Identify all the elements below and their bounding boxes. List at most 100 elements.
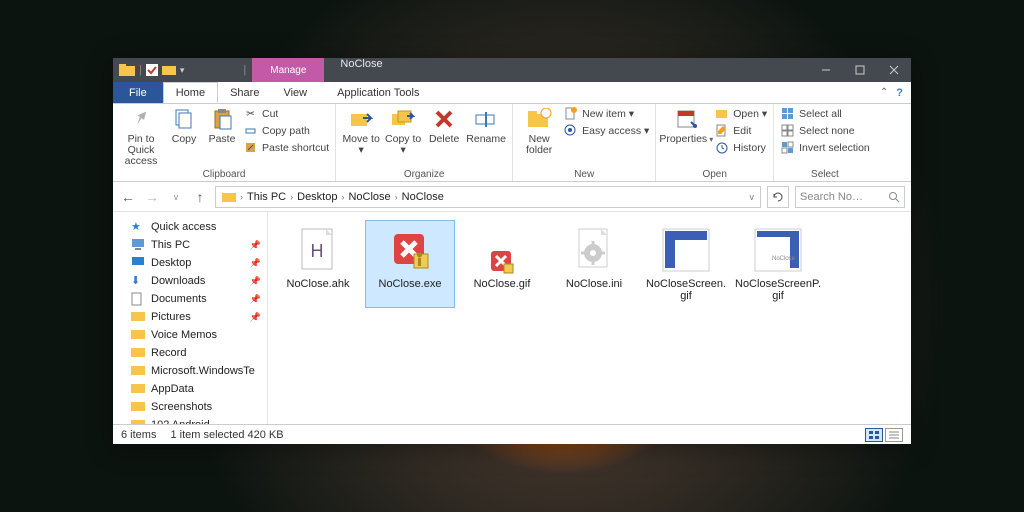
- search-icon: [888, 191, 900, 203]
- chevron-up-icon[interactable]: ⌃: [880, 87, 888, 98]
- pin-icon: 📌: [250, 240, 261, 251]
- file-label: NoCloseScreenP.gif: [735, 278, 821, 302]
- file-item[interactable]: H NoClose.ahk: [273, 220, 363, 308]
- files-area[interactable]: H NoClose.ahk NoClose.exe NoClose.gif No…: [268, 212, 911, 424]
- check-icon[interactable]: [146, 64, 158, 76]
- window-controls: [809, 58, 911, 82]
- scissors-icon: ✂: [243, 106, 258, 121]
- select-all-icon: [780, 106, 795, 121]
- context-tab-manage[interactable]: Manage: [252, 58, 324, 82]
- exe-file-icon: [386, 226, 434, 274]
- sidebar-item-mswinterm[interactable]: Microsoft.WindowsTe: [117, 362, 263, 380]
- copy-path-button[interactable]: Copy path: [243, 123, 329, 138]
- tab-view[interactable]: View: [271, 82, 319, 103]
- up-button[interactable]: ↑: [191, 189, 209, 205]
- paste-button[interactable]: Paste: [205, 106, 239, 145]
- file-item[interactable]: NoCloseScreen.gif: [641, 220, 731, 308]
- edit-button[interactable]: Edit: [714, 123, 767, 138]
- easy-access-icon: [563, 123, 578, 138]
- paste-shortcut-button[interactable]: Paste shortcut: [243, 140, 329, 155]
- tab-file[interactable]: File: [113, 82, 163, 103]
- select-all-button[interactable]: Select all: [780, 106, 870, 121]
- new-folder-button[interactable]: New folder: [519, 106, 559, 156]
- file-item[interactable]: NoClose.gif: [457, 220, 547, 308]
- file-label: NoCloseScreen.gif: [643, 278, 729, 302]
- recent-dropdown[interactable]: v: [167, 192, 185, 202]
- folder-icon: [131, 346, 145, 360]
- chevron-down-icon[interactable]: ▾: [180, 65, 185, 76]
- copy-to-button[interactable]: Copy to ▾: [384, 106, 422, 156]
- breadcrumb-thispc[interactable]: This PC: [247, 191, 286, 203]
- view-large-icons-button[interactable]: [865, 428, 883, 442]
- ribbon-group-organize: Move to ▾ Copy to ▾ Delete Rename Organi…: [336, 104, 513, 181]
- open-button[interactable]: Open ▾: [714, 106, 767, 121]
- sidebar-item-documents[interactable]: Documents📌: [117, 290, 263, 308]
- search-input[interactable]: Search No…: [795, 186, 905, 208]
- properties-button[interactable]: Properties▾: [662, 106, 710, 145]
- cut-button[interactable]: ✂Cut: [243, 106, 329, 121]
- folder-icon: [131, 382, 145, 396]
- folder-icon: [119, 63, 135, 77]
- shortcut-icon: [243, 140, 258, 155]
- sidebar-item-pictures[interactable]: Pictures📌: [117, 308, 263, 326]
- gif-thumbnail-icon: [662, 226, 710, 274]
- pin-quickaccess-button[interactable]: Pin to Quick access: [119, 106, 163, 167]
- group-label: New: [519, 169, 649, 181]
- file-label: NoClose.ini: [566, 278, 622, 290]
- tab-share[interactable]: Share: [218, 82, 271, 103]
- group-label: Organize: [342, 169, 506, 181]
- easy-access-button[interactable]: Easy access ▾: [563, 123, 649, 138]
- file-item[interactable]: NoClose.exe: [365, 220, 455, 308]
- sidebar-item-screenshots[interactable]: Screenshots: [117, 398, 263, 416]
- file-item[interactable]: NoClose NoCloseScreenP.gif: [733, 220, 823, 308]
- sidebar-item-record[interactable]: Record: [117, 344, 263, 362]
- sidebar-item-quickaccess[interactable]: ★Quick access: [117, 218, 263, 236]
- history-button[interactable]: History: [714, 140, 767, 155]
- help-icon[interactable]: ?: [896, 87, 903, 99]
- tab-home[interactable]: Home: [163, 82, 218, 103]
- history-icon: [714, 140, 729, 155]
- navigation-pane: ★Quick access This PC📌 Desktop📌 ⬇Downloa…: [113, 212, 268, 424]
- breadcrumb-noclose[interactable]: NoClose: [348, 191, 390, 203]
- copy-button[interactable]: Copy: [167, 106, 201, 145]
- status-selection: 1 item selected 420 KB: [170, 429, 283, 441]
- close-button[interactable]: [877, 58, 911, 82]
- pc-icon: [131, 238, 145, 252]
- minimize-button[interactable]: [809, 58, 843, 82]
- new-item-button[interactable]: New item ▾: [563, 106, 649, 121]
- ribbon-group-select: Select all Select none Invert selection …: [774, 104, 876, 181]
- quick-access-toolbar: | ▾ |: [113, 63, 252, 77]
- folder-icon: [131, 400, 145, 414]
- search-placeholder: Search No…: [800, 191, 863, 203]
- file-label: NoClose.ahk: [287, 278, 350, 290]
- ribbon-group-new: New folder New item ▾ Easy access ▾ New: [513, 104, 656, 181]
- rename-button[interactable]: Rename: [466, 106, 506, 145]
- sidebar-item-appdata[interactable]: AppData: [117, 380, 263, 398]
- sidebar-item-downloads[interactable]: ⬇Downloads📌: [117, 272, 263, 290]
- breadcrumb-desktop[interactable]: Desktop: [297, 191, 337, 203]
- folder-small-icon[interactable]: [162, 64, 176, 76]
- select-none-button[interactable]: Select none: [780, 123, 870, 138]
- sidebar-item-desktop[interactable]: Desktop📌: [117, 254, 263, 272]
- invert-selection-button[interactable]: Invert selection: [780, 140, 870, 155]
- maximize-button[interactable]: [843, 58, 877, 82]
- sidebar-item-voicememos[interactable]: Voice Memos: [117, 326, 263, 344]
- file-item[interactable]: NoClose.ini: [549, 220, 639, 308]
- path-icon: [243, 123, 258, 138]
- breadcrumb-noclose2[interactable]: NoClose: [402, 191, 444, 203]
- pin-icon: 📌: [250, 312, 261, 323]
- refresh-button[interactable]: [767, 186, 789, 208]
- pin-icon: 📌: [250, 276, 261, 287]
- chevron-down-icon[interactable]: v: [750, 192, 755, 202]
- delete-button[interactable]: Delete: [426, 106, 462, 145]
- address-bar[interactable]: › This PC › Desktop › NoClose › NoClose …: [215, 186, 761, 208]
- pin-icon: 📌: [250, 294, 261, 305]
- view-details-button[interactable]: [885, 428, 903, 442]
- sidebar-item-thispc[interactable]: This PC📌: [117, 236, 263, 254]
- tab-application-tools[interactable]: Application Tools: [325, 82, 431, 103]
- desktop-icon: [131, 256, 145, 270]
- sidebar-item-android[interactable]: 102 Android: [117, 416, 263, 424]
- forward-button[interactable]: →: [143, 189, 161, 205]
- move-to-button[interactable]: Move to ▾: [342, 106, 380, 156]
- back-button[interactable]: ←: [119, 189, 137, 205]
